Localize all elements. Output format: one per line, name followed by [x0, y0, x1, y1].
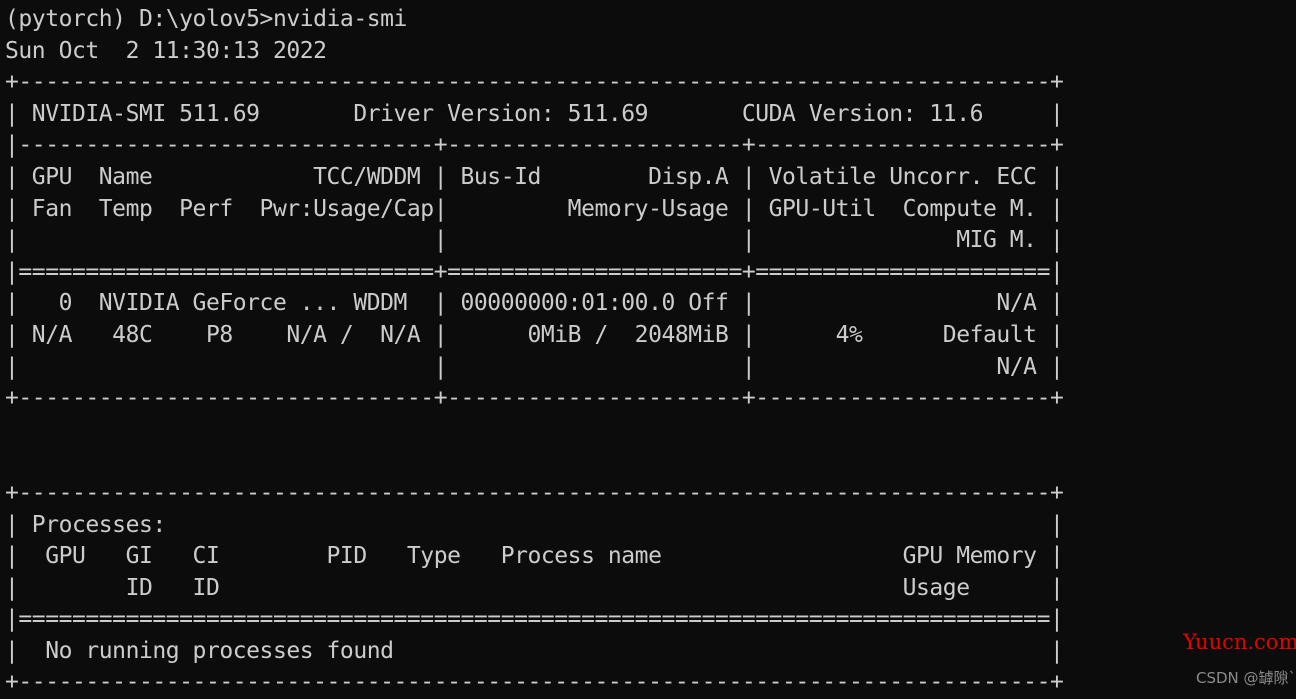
smi-col-header-2: | Fan Temp Perf Pwr:Usage/Cap| Memory-Us…: [5, 195, 1064, 222]
processes-col-header-1: | GPU GI CI PID Type Process name GPU Me…: [5, 543, 1064, 570]
prompt-line: (pytorch) D:\yolov5>nvidia-smi: [5, 6, 407, 32]
gpu-row-line-1: | 0 NVIDIA GeForce ... WDDM | 00000000:0…: [5, 290, 1064, 317]
spacer-line-2: [5, 446, 1296, 478]
spacer-line-1: [5, 415, 1296, 447]
smi-col-header-1: | GPU Name TCC/WDDM | Bus-Id Disp.A | Vo…: [5, 163, 1064, 190]
smi-header-rule: |===============================+=======…: [5, 258, 1064, 285]
processes-empty-line: | No running processes found |: [5, 637, 1064, 664]
terminal-window[interactable]: (pytorch) D:\yolov5>nvidia-smi Sun Oct 2…: [0, 0, 1296, 697]
watermark-csdn: CSDN @罅隙`: [1196, 669, 1296, 687]
smi-col-header-3: | | | MIG M. |: [5, 227, 1064, 254]
processes-col-header-2: | ID ID Usage |: [5, 574, 1064, 601]
timestamp-line: Sun Oct 2 11:30:13 2022: [5, 37, 327, 64]
watermark-yuucn: Yuucn.com: [1183, 630, 1296, 654]
smi-bottom-border: +-------------------------------+-------…: [5, 385, 1064, 412]
gpu-row-line-3: | | | N/A |: [5, 353, 1064, 380]
processes-top-border: +---------------------------------------…: [5, 479, 1064, 506]
processes-title-line: | Processes: |: [5, 511, 1064, 538]
smi-header-divider: |-------------------------------+-------…: [5, 132, 1064, 159]
processes-header-rule: |=======================================…: [5, 606, 1064, 633]
smi-version-line: | NVIDIA-SMI 511.69 Driver Version: 511.…: [5, 100, 1064, 127]
processes-bottom-border: +---------------------------------------…: [5, 669, 1064, 696]
smi-top-border: +---------------------------------------…: [5, 69, 1064, 96]
gpu-row-line-2: | N/A 48C P8 N/A / N/A | 0MiB / 2048MiB …: [5, 321, 1064, 348]
